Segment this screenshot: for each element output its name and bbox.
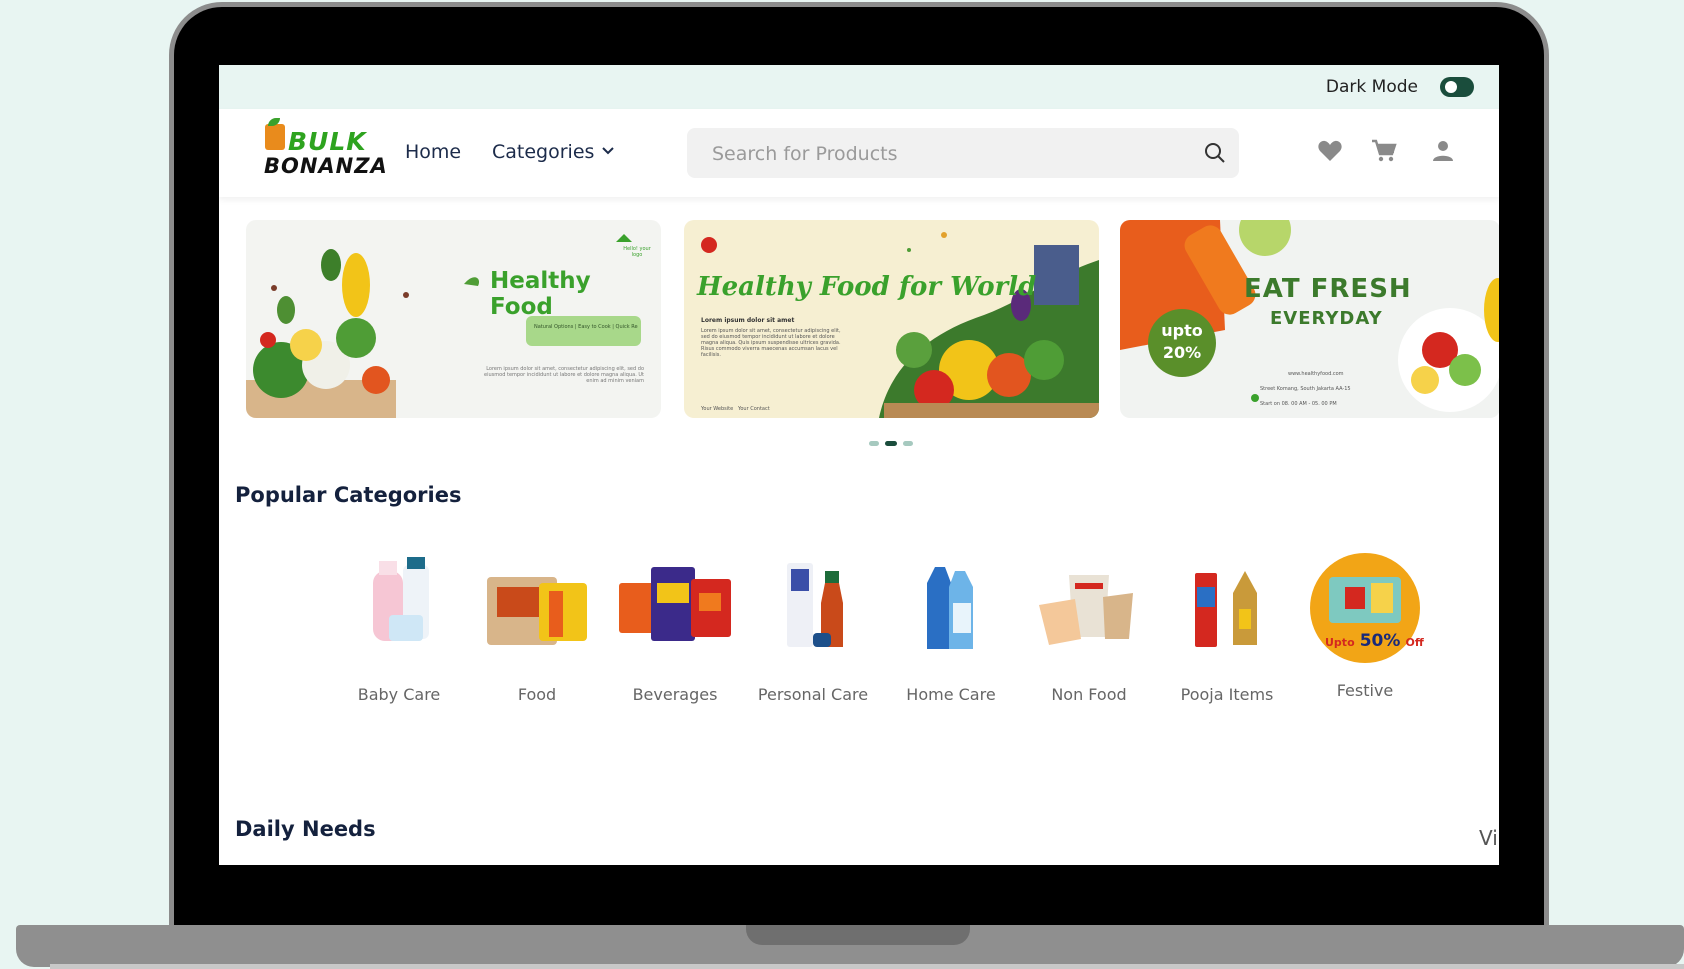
- festive-image: Upto 50% Off: [1305, 553, 1425, 663]
- dark-mode-label: Dark Mode: [1325, 77, 1418, 97]
- view-all-link[interactable]: Vi: [1479, 826, 1498, 850]
- chevron-down-icon[interactable]: [601, 143, 615, 157]
- leaf-icon: [268, 118, 280, 126]
- category-beverages[interactable]: Beverages: [615, 553, 735, 704]
- banner2-footer: Your Website Your Contact: [701, 406, 770, 412]
- banner2-subtitle: Lorem ipsum dolor sit amet: [701, 317, 795, 324]
- banner3-subtitle: EVERYDAY: [1270, 308, 1383, 329]
- search-input[interactable]: [710, 140, 1194, 168]
- popular-categories-title: Popular Categories: [235, 483, 462, 507]
- beverages-image: [619, 567, 731, 641]
- nav-categories[interactable]: Categories: [492, 141, 594, 163]
- category-food[interactable]: Food: [477, 553, 597, 704]
- carousel-dot[interactable]: [869, 441, 879, 446]
- festive-badge-value: 50%: [1359, 631, 1401, 651]
- category-label: Baby Care: [357, 685, 441, 704]
- heart-icon[interactable]: [1317, 139, 1343, 163]
- toggle-knob: [1445, 81, 1457, 93]
- category-label: Beverages: [632, 685, 718, 704]
- category-label: Festive: [1336, 681, 1394, 700]
- baby-care-image: [373, 557, 429, 641]
- non-food-image: [1039, 575, 1133, 645]
- home-care-image: [927, 567, 973, 649]
- category-label: Food: [517, 685, 557, 704]
- category-label: Personal Care: [757, 685, 869, 704]
- promo-banner-eat-fresh[interactable]: EAT FRESH EVERYDAY upto 20% www.healthyf…: [1120, 220, 1499, 418]
- banner1-buttons: Natural Options | Easy to Cook | Quick R…: [534, 324, 638, 330]
- festive-badge: Upto 50% Off: [1325, 631, 1424, 651]
- header: BULK BONANZA Home Categories: [219, 109, 1499, 197]
- category-label: Non Food: [1051, 685, 1127, 704]
- nav-home[interactable]: Home: [405, 141, 461, 163]
- brand-logo[interactable]: BULK BONANZA: [264, 118, 387, 184]
- top-bar: Dark Mode: [219, 65, 1499, 109]
- dark-mode-toggle[interactable]: [1440, 77, 1474, 97]
- category-pooja-items[interactable]: Pooja Items: [1167, 553, 1287, 704]
- banner3-info-address: Street Komang, South Jakarta AA-15: [1260, 386, 1351, 392]
- laptop-notch: [746, 925, 970, 945]
- daily-needs-title: Daily Needs: [235, 817, 376, 841]
- category-festive[interactable]: Upto 50% Off Festive: [1305, 553, 1425, 700]
- food-image: [487, 577, 587, 645]
- promo-banner-healthy-world[interactable]: Healthy Food for World Lorem ipsum dolor…: [684, 220, 1099, 418]
- category-label: Pooja Items: [1180, 685, 1274, 704]
- festive-badge-prefix: Upto: [1325, 636, 1355, 649]
- personal-care-image: [787, 563, 843, 647]
- app-screen: Dark Mode BULK BONANZA Home Categories S…: [219, 65, 1499, 865]
- category-personal-care[interactable]: Personal Care: [753, 553, 873, 704]
- laptop-base-edge: [50, 964, 1684, 969]
- category-baby-care[interactable]: Baby Care: [339, 553, 459, 704]
- brand-line1: BULK: [288, 127, 367, 156]
- banner1-title: Healthy Food: [490, 268, 591, 320]
- brand-line2: BONANZA: [264, 154, 388, 178]
- category-non-food[interactable]: Non Food: [1029, 553, 1149, 704]
- carousel-dot[interactable]: [903, 441, 913, 446]
- banner3-info-website: www.healthyfood.com: [1288, 371, 1344, 377]
- banner1-body: Lorem ipsum dolor sit amet, consectetur …: [484, 366, 644, 384]
- banner3-title: EAT FRESH: [1244, 274, 1412, 304]
- shopping-bag-icon: [265, 118, 285, 150]
- search-bar: [687, 128, 1239, 178]
- cart-icon[interactable]: [1371, 139, 1397, 163]
- carousel-dot-active[interactable]: [885, 441, 897, 446]
- category-home-care[interactable]: Home Care: [891, 553, 1011, 704]
- user-icon[interactable]: [1431, 139, 1455, 163]
- banner1-badge: Hello! your logo: [623, 246, 651, 258]
- discount-badge-line2: 20%: [1162, 343, 1202, 362]
- banner2-title: Healthy Food for World: [697, 272, 1037, 302]
- banner3-info-hours: Start on 08. 00 AM - 05. 00 PM: [1260, 401, 1337, 407]
- pooja-items-image: [1195, 571, 1257, 647]
- search-icon[interactable]: [1204, 142, 1226, 164]
- banner2-body: Lorem ipsum dolor sit amet, consectetur …: [701, 328, 841, 358]
- promo-banner-healthy-food[interactable]: Healthy Food Natural Options | Easy to C…: [246, 220, 661, 418]
- festive-badge-suffix: Off: [1405, 636, 1424, 649]
- category-label: Home Care: [906, 685, 996, 704]
- discount-badge-line1: upto: [1161, 321, 1203, 340]
